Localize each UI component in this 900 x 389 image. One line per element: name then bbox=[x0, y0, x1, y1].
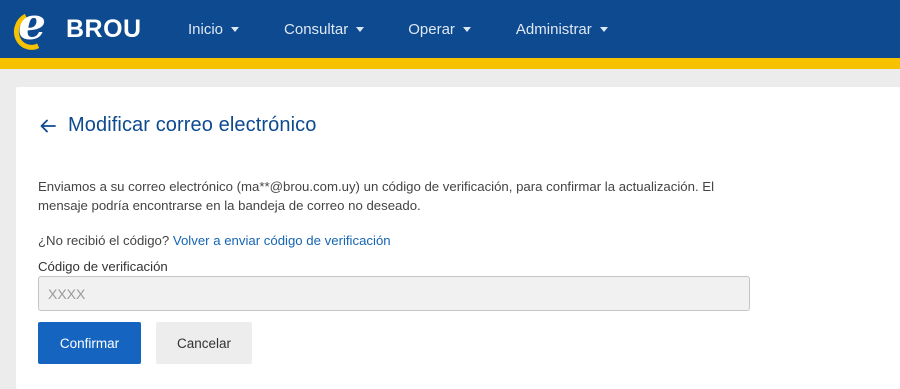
confirm-button[interactable]: Confirmar bbox=[38, 322, 141, 364]
menu-consultar[interactable]: Consultar bbox=[284, 20, 365, 38]
verification-message: Enviamos a su correo electrónico (ma**@b… bbox=[38, 179, 715, 213]
caret-down-icon bbox=[231, 26, 240, 32]
arrow-left-icon[interactable] bbox=[38, 116, 58, 136]
cancel-button[interactable]: Cancelar bbox=[156, 322, 252, 364]
caret-down-icon bbox=[356, 26, 365, 32]
menu-administrar[interactable]: Administrar bbox=[516, 21, 608, 38]
resend-row: ¿No recibió el código? Volver a enviar c… bbox=[38, 233, 391, 248]
page-title: Modificar correo electrónico bbox=[68, 114, 317, 136]
brand-logo[interactable]: e BROU bbox=[8, 2, 142, 56]
ebrou-logo-icon: e bbox=[8, 2, 56, 56]
resend-prompt: ¿No recibió el código? bbox=[38, 233, 170, 248]
arrow-left-icon-svg bbox=[40, 119, 56, 132]
code-label: Código de verificación bbox=[38, 259, 168, 274]
resend-code-link[interactable]: Volver a enviar código de verificación bbox=[173, 233, 391, 248]
menu-inicio[interactable]: Inicio bbox=[188, 20, 240, 38]
verification-code-input[interactable] bbox=[38, 276, 750, 311]
top-navbar: e BROU Inicio Consultar Operar Administr… bbox=[0, 0, 900, 58]
page-header: Modificar correo electrónico bbox=[38, 114, 316, 137]
accent-bar bbox=[0, 58, 900, 69]
menu-operar[interactable]: Operar bbox=[408, 21, 471, 38]
menu-inicio-label: Inicio bbox=[188, 20, 224, 38]
menu-administrar-label: Administrar bbox=[515, 20, 592, 38]
caret-down-icon bbox=[599, 26, 608, 32]
brand-name: BROU bbox=[66, 14, 142, 43]
menu-operar-label: Operar bbox=[408, 20, 455, 38]
menu-consultar-label: Consultar bbox=[284, 20, 349, 38]
caret-down-icon bbox=[462, 26, 471, 32]
main-menu: Inicio Consultar Operar Administrar bbox=[188, 0, 653, 58]
content-card: Modificar correo electrónico Enviamos a … bbox=[16, 87, 900, 389]
logo-letter: e bbox=[18, 0, 46, 50]
